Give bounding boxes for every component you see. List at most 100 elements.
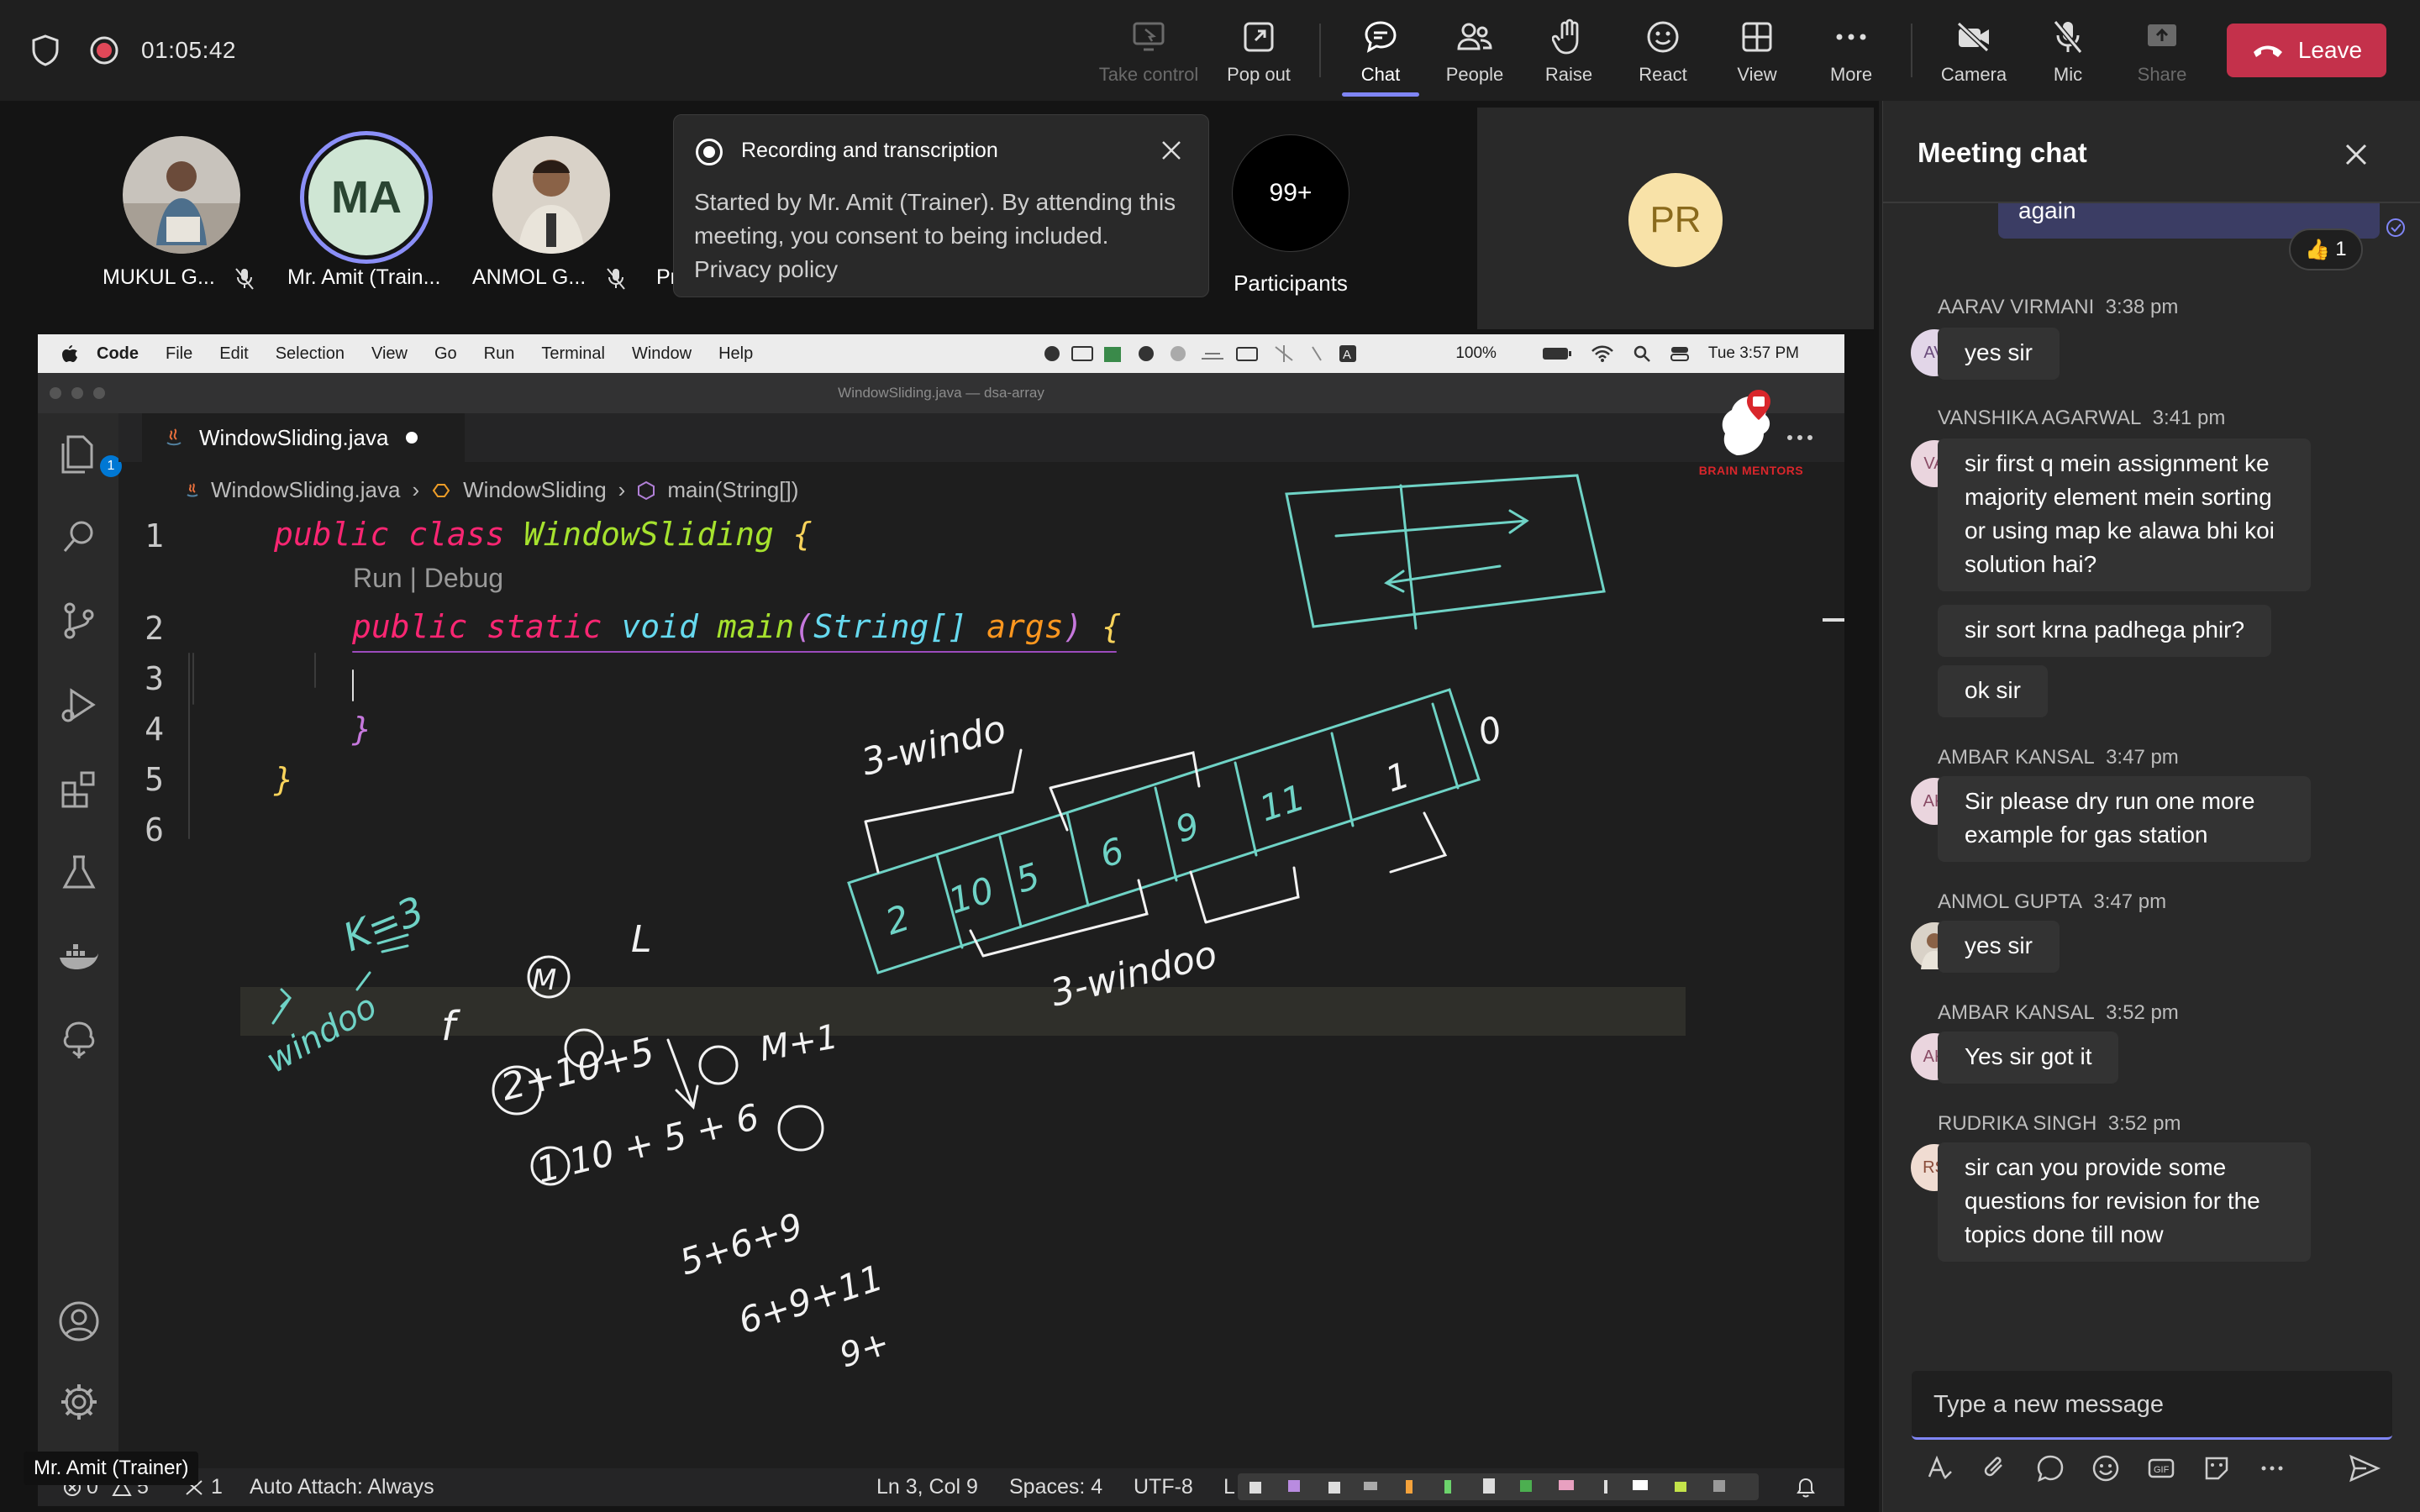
status-bar: 0 5 1 Auto Attach: Always Ln 3, Col 9 Sp… [38, 1468, 1844, 1506]
chat-title: Meeting chat [1918, 137, 2087, 168]
message-compose-input[interactable]: Type a new message [1912, 1371, 2392, 1440]
close-icon[interactable] [2343, 141, 2370, 168]
people-icon [1457, 23, 1492, 50]
annotation-tools-icon [1249, 1478, 1725, 1494]
participants-label: Participants [1234, 270, 1348, 296]
handwriting-m: M [532, 963, 556, 997]
own-message-text: again [2018, 197, 2076, 223]
format-icon[interactable] [1924, 1453, 1954, 1483]
pop-out-label: Pop out [1227, 64, 1291, 85]
recording-notice-text: Started by Mr. Amit (Trainer). By attend… [694, 189, 1176, 249]
chat-message[interactable]: Sir please dry run one more example for … [1938, 776, 2311, 862]
array-cell: 5 [1011, 855, 1045, 901]
sticker-icon[interactable] [2202, 1453, 2232, 1483]
cursor-position[interactable]: Ln 3, Col 9 [876, 1475, 978, 1499]
whiteboard-annotations: 3-windo 3-windoo 2 10 5 6 9 11 1 0 K=3 w… [188, 474, 1844, 1376]
message-header: AMBAR KANSAL 3:47 pm [1938, 746, 2179, 769]
participant-name: MUKUL G... [103, 265, 215, 289]
send-icon[interactable] [2348, 1453, 2381, 1483]
chat-message[interactable]: yes sir [1938, 921, 2060, 973]
privacy-policy-link[interactable]: Privacy policy [694, 253, 1198, 286]
pop-out-icon [1244, 22, 1274, 52]
chat-message[interactable]: yes sir [1938, 328, 2060, 380]
shared-screen: Code File Edit Selection View Go Run Ter… [38, 334, 1844, 1506]
shield-icon [32, 34, 59, 66]
close-icon[interactable] [1160, 139, 1183, 162]
leave-button[interactable]: Leave [2227, 24, 2386, 77]
take-control-button[interactable]: Take control [1094, 18, 1203, 86]
recording-notice-title: Recording and transcription [741, 139, 998, 162]
raise-hand-icon [1552, 18, 1579, 55]
chat-message[interactable]: sir sort krna padhega phir? [1938, 605, 2272, 657]
participant-tile-pr[interactable]: PR [1477, 108, 1874, 329]
chat-message[interactable]: ok sir [1938, 665, 2048, 717]
more-button[interactable]: More [1815, 18, 1887, 86]
message-header: AMBAR KANSAL 3:52 pm [1938, 1001, 2179, 1024]
participant-name: ANMOL G... [472, 265, 587, 289]
attach-icon[interactable] [1980, 1453, 2010, 1483]
react-button[interactable]: React [1627, 18, 1699, 86]
participant-name: Mr. Amit (Train... [287, 265, 441, 289]
handwriting-sum-a: 2+10+5 [497, 1030, 659, 1109]
indentation[interactable]: Spaces: 4 [1009, 1475, 1102, 1499]
avatar-pr: PR [1628, 173, 1723, 267]
avatar-anmol[interactable] [492, 136, 610, 254]
smiley-icon [1647, 21, 1679, 53]
share-screen-icon [2148, 24, 2176, 46]
chat-message[interactable]: sir can you provide some questions for r… [1938, 1142, 2311, 1262]
thumbs-up-reaction[interactable]: 👍 1 [2289, 228, 2363, 270]
share-button[interactable]: Share [2126, 18, 2198, 86]
message-header: ANMOL GUPTA 3:47 pm [1938, 890, 2167, 913]
chat-button[interactable]: Chat [1344, 18, 1417, 86]
mic-button[interactable]: Mic [2032, 18, 2104, 86]
camera-label: Camera [1940, 64, 2007, 85]
mic-off-icon [2053, 20, 2083, 54]
camera-button[interactable]: Camera [1936, 18, 2012, 86]
pop-out-button[interactable]: Pop out [1218, 18, 1299, 86]
mic-off-icon [607, 268, 625, 290]
array-cell: 2 [881, 897, 915, 943]
handwriting-k: K=3 [337, 887, 430, 960]
message-header: VANSHIKA AGARWAL 3:41 pm [1938, 407, 2226, 429]
encoding[interactable]: UTF-8 [1134, 1475, 1193, 1499]
auto-attach[interactable]: Auto Attach: Always [250, 1475, 434, 1499]
people-button[interactable]: People [1439, 18, 1511, 86]
take-control-label: Take control [1098, 64, 1199, 85]
handwriting-sum-c: 5+6+9 [675, 1205, 808, 1283]
hang-up-icon [2253, 45, 2282, 57]
message-header: RUDRIKA SINGH 3:52 pm [1938, 1112, 2181, 1135]
recording-icon [90, 36, 118, 65]
loop-icon[interactable] [2035, 1453, 2065, 1483]
raise-label: Raise [1544, 64, 1593, 85]
annotation-toolbar[interactable] [1238, 1473, 1759, 1500]
bell-icon[interactable] [1796, 1477, 1816, 1499]
view-button[interactable]: View [1721, 18, 1793, 86]
more-dots-icon[interactable] [2257, 1453, 2287, 1483]
read-receipt-icon [2386, 218, 2405, 237]
react-label: React [1639, 64, 1687, 85]
ports-count[interactable]: 1 [211, 1475, 223, 1499]
handwriting-f: f [441, 1003, 460, 1050]
avatar-mukul[interactable] [123, 136, 240, 254]
raise-hand-button[interactable]: Raise [1533, 18, 1605, 86]
array-cell: 6 [1095, 830, 1129, 876]
message-header: AARAV VIRMANI 3:38 pm [1938, 296, 2179, 318]
array-cell: 1 [1381, 754, 1415, 801]
handwriting-side: windoo [260, 987, 383, 1081]
chat-message[interactable]: sir first q mein assignment ke majority … [1938, 438, 2311, 591]
reaction-count: 1 [2335, 238, 2347, 260]
array-cell: 11 [1255, 776, 1310, 829]
gif-icon[interactable]: GIF [2146, 1453, 2176, 1483]
participants-count-button[interactable]: 99+ [1232, 134, 1349, 252]
avatar-amit[interactable]: MA [308, 139, 424, 255]
chat-message[interactable]: Yes sir got it [1938, 1032, 2119, 1084]
handwriting-sum-e: 9+ [835, 1324, 894, 1376]
more-dots-icon [1836, 34, 1866, 40]
mic-label: Mic [2053, 64, 2083, 85]
take-control-icon [1133, 22, 1165, 51]
more-label: More [1829, 64, 1873, 85]
meeting-status: 01:05:42 [30, 32, 236, 69]
emoji-icon[interactable] [2091, 1453, 2121, 1483]
handwriting-m-plus-1: M+1 [757, 1017, 841, 1069]
language-mode[interactable]: L [1223, 1475, 1235, 1499]
